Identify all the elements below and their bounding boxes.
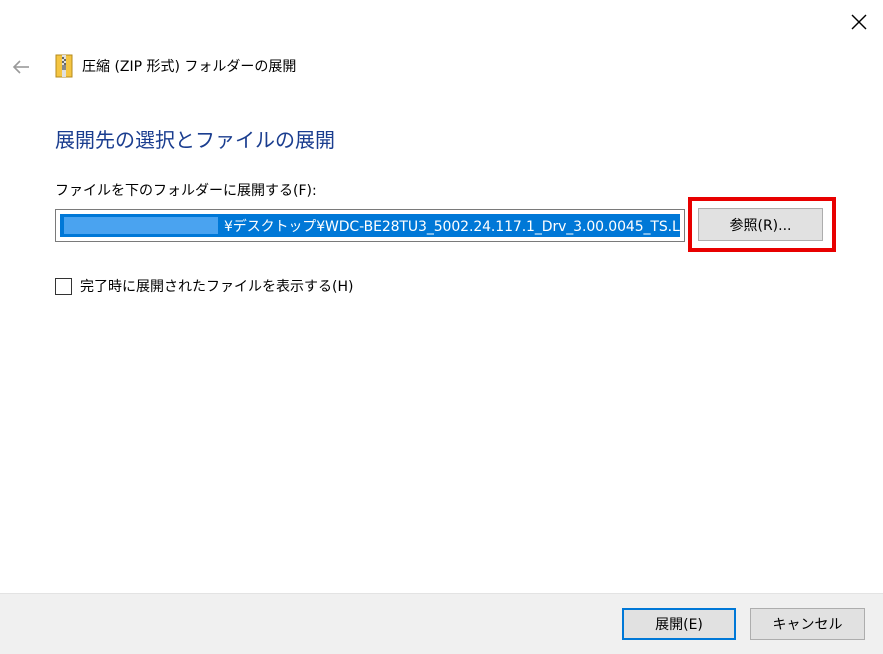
destination-label: ファイルを下のフォルダーに展開する(F): (55, 183, 317, 199)
extract-button[interactable]: 展開(E) (622, 608, 736, 640)
show-files-option[interactable]: 完了時に展開されたファイルを表示する(H) (55, 276, 353, 296)
wizard-title: 圧縮 (ZIP 形式) フォルダーの展開 (82, 59, 297, 75)
close-icon (851, 14, 867, 30)
page-heading: 展開先の選択とファイルの展開 (55, 128, 335, 152)
zip-folder-icon (55, 54, 73, 78)
browse-button[interactable]: 参照(R)... (698, 208, 823, 241)
destination-path-input[interactable]: ¥デスクトップ¥WDC-BE28TU3_5002.24.117.1_Drv_3.… (55, 209, 685, 242)
back-arrow-icon (12, 60, 29, 74)
redacted-path-segment (64, 217, 218, 234)
show-files-label: 完了時に展開されたファイルを表示する(H) (80, 279, 354, 295)
destination-path-text: ¥デスクトップ¥WDC-BE28TU3_5002.24.117.1_Drv_3.… (224, 218, 680, 235)
back-button[interactable] (8, 56, 34, 78)
extract-wizard-window: 圧縮 (ZIP 形式) フォルダーの展開 展開先の選択とファイルの展開 ファイル… (0, 0, 883, 654)
cancel-button[interactable]: キャンセル (750, 608, 865, 640)
path-selection: ¥デスクトップ¥WDC-BE28TU3_5002.24.117.1_Drv_3.… (60, 214, 680, 237)
close-button[interactable] (840, 6, 878, 38)
show-files-checkbox[interactable] (55, 277, 72, 295)
